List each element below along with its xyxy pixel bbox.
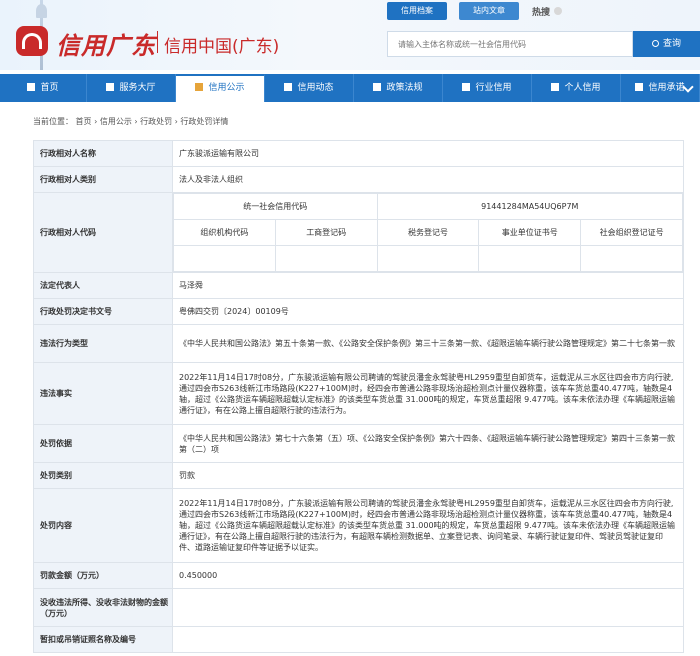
logo-divider bbox=[157, 31, 158, 53]
tower-top-graphic bbox=[36, 4, 47, 18]
code-header: 税务登记号 bbox=[376, 219, 480, 246]
nav-item-label: 信用动态 bbox=[297, 83, 334, 93]
field-label: 暂扣或吊销证照名称及编号 bbox=[33, 626, 173, 653]
field-value: 2022年11月14日17时08分，广东骏派运输有限公司聘请的驾驶员潘金永驾驶粤… bbox=[172, 488, 684, 563]
hot-search-icon[interactable] bbox=[554, 7, 562, 15]
field-label: 违法事实 bbox=[33, 362, 173, 425]
tab-credit-file[interactable]: 信用档案 bbox=[387, 2, 447, 20]
nav-item-credit-disclosure[interactable]: 信用公示 bbox=[176, 74, 265, 102]
nav-item-label: 信用公示 bbox=[208, 83, 245, 93]
nav-item-policies[interactable]: 政策法规 bbox=[354, 74, 443, 102]
code-cell: 统一社会信用代码 91441284MA54UQ6P7M 组织机构代码 工商登记码… bbox=[172, 192, 684, 273]
grid-icon bbox=[106, 83, 115, 91]
nav-item-credit-news[interactable]: 信用动态 bbox=[265, 74, 354, 102]
nav-item-label: 首页 bbox=[40, 83, 59, 93]
table-row: 行政相对人名称 广东骏派运输有限公司 bbox=[33, 140, 684, 167]
field-value bbox=[172, 626, 684, 653]
book-icon bbox=[373, 83, 382, 91]
table-row: 行政相对人类别 法人及非法人组织 bbox=[33, 166, 684, 193]
code-header: 社会组织登记证号 bbox=[580, 219, 683, 246]
code-value bbox=[580, 245, 683, 272]
table-row: 处罚依据 《中华人民共和国公路法》第七十六条第（五）项、《公路安全保护条例》第六… bbox=[33, 424, 684, 463]
nav-item-label: 服务大厅 bbox=[119, 83, 156, 93]
nav-item-label: 个人信用 bbox=[564, 83, 601, 93]
shield-icon bbox=[635, 83, 644, 91]
field-label: 行政相对人类别 bbox=[33, 166, 173, 193]
search-icon bbox=[651, 40, 659, 47]
search-button[interactable]: 查询 bbox=[633, 31, 700, 57]
field-value: 粤佛四交罚〔2024〕00109号 bbox=[172, 298, 684, 325]
home-icon bbox=[27, 83, 36, 91]
table-row: 违法事实 2022年11月14日17时08分，广东骏派运输有限公司聘请的驾驶员潘… bbox=[33, 362, 684, 425]
nav-item-label: 政策法规 bbox=[386, 83, 423, 93]
search-input[interactable] bbox=[388, 32, 632, 56]
code-subtable: 统一社会信用代码 91441284MA54UQ6P7M 组织机构代码 工商登记码… bbox=[173, 193, 684, 272]
nav-item-label: 信用承诺 bbox=[648, 83, 685, 93]
document-icon bbox=[195, 83, 204, 91]
tab-site-articles[interactable]: 站内文章 bbox=[459, 2, 519, 20]
field-label: 行政处罚决定书文号 bbox=[33, 298, 173, 325]
search-box bbox=[387, 31, 633, 57]
table-row: 处罚内容 2022年11月14日17时08分，广东骏派运输有限公司聘请的驾驶员潘… bbox=[33, 488, 684, 563]
nav-item-service-hall[interactable]: 服务大厅 bbox=[87, 74, 176, 102]
field-value: 罚款 bbox=[172, 462, 684, 489]
field-label: 法定代表人 bbox=[33, 272, 173, 299]
code-value bbox=[173, 245, 276, 272]
field-label: 处罚类别 bbox=[33, 462, 173, 489]
code-value bbox=[274, 245, 378, 272]
field-value: 2022年11月14日17时08分，广东骏派运输有限公司聘请的驾驶员潘金永驾驶粤… bbox=[172, 362, 684, 425]
table-row: 违法行为类型 《中华人民共和国公路法》第五十条第一款、《公路安全保护条例》第三十… bbox=[33, 324, 684, 363]
building-icon bbox=[462, 83, 471, 91]
field-value: 《中华人民共和国公路法》第五十条第一款、《公路安全保护条例》第三十三条第一款、《… bbox=[172, 324, 684, 363]
nav-item-industry-credit[interactable]: 行业信用 bbox=[443, 74, 532, 102]
field-value: 马泽舜 bbox=[172, 272, 684, 299]
monitor-icon bbox=[284, 83, 293, 91]
code-value bbox=[376, 245, 480, 272]
field-label: 没收违法所得、没收非法财物的金额（万元） bbox=[33, 588, 173, 627]
site-header: 信用广东 信用中国(广东) 信用档案 站内文章 热搜 查询 bbox=[0, 0, 700, 70]
table-row: 统一社会信用代码 91441284MA54UQ6P7M bbox=[173, 193, 684, 220]
search-tabs: 信用档案 站内文章 bbox=[387, 2, 519, 20]
code-header: 工商登记码 bbox=[274, 219, 378, 246]
table-row: 法定代表人 马泽舜 bbox=[33, 272, 684, 299]
field-label: 行政相对人代码 bbox=[33, 192, 173, 273]
table-row: 罚款金额（万元） 0.450000 bbox=[33, 562, 684, 589]
logo-text[interactable]: 信用广东 bbox=[56, 26, 156, 61]
field-value: 广东骏派运输有限公司 bbox=[172, 140, 684, 167]
table-row: 处罚类别 罚款 bbox=[33, 462, 684, 489]
table-row: 组织机构代码 工商登记码 税务登记号 事业单位证书号 社会组织登记证号 bbox=[173, 219, 683, 246]
site-title[interactable]: 信用中国(广东) bbox=[164, 32, 279, 57]
field-label: 处罚内容 bbox=[33, 488, 173, 563]
code-header: 组织机构代码 bbox=[173, 219, 276, 246]
penalty-detail-table: 行政相对人名称 广东骏派运输有限公司 行政相对人类别 法人及非法人组织 行政相对… bbox=[33, 140, 684, 653]
breadcrumb: 当前位置： 首页 › 信用公示 › 行政处罚 › 行政处罚详情 bbox=[33, 117, 229, 126]
table-row: 行政相对人代码 统一社会信用代码 91441284MA54UQ6P7M 组织机构… bbox=[33, 192, 684, 273]
table-row bbox=[173, 245, 683, 272]
table-row: 没收违法所得、没收非法财物的金额（万元） bbox=[33, 588, 684, 627]
field-value bbox=[172, 588, 684, 627]
table-row: 暂扣或吊销证照名称及编号 bbox=[33, 626, 684, 653]
field-label: 违法行为类型 bbox=[33, 324, 173, 363]
uscc-value: 91441284MA54UQ6P7M bbox=[376, 193, 684, 220]
field-label: 处罚依据 bbox=[33, 424, 173, 463]
uscc-label: 统一社会信用代码 bbox=[173, 193, 378, 220]
nav-item-home[interactable]: 首页 bbox=[0, 74, 87, 102]
person-icon bbox=[551, 83, 560, 91]
nav-item-personal-credit[interactable]: 个人信用 bbox=[532, 74, 621, 102]
table-row: 行政处罚决定书文号 粤佛四交罚〔2024〕00109号 bbox=[33, 298, 684, 325]
field-value: 《中华人民共和国公路法》第七十六条第（五）项、《公路安全保护条例》第六十四条、《… bbox=[172, 424, 684, 463]
hot-search-label: 热搜 bbox=[532, 8, 551, 18]
code-header: 事业单位证书号 bbox=[478, 219, 582, 246]
field-label: 行政相对人名称 bbox=[33, 140, 173, 167]
field-value: 法人及非法人组织 bbox=[172, 166, 684, 193]
code-value bbox=[478, 245, 582, 272]
field-value: 0.450000 bbox=[172, 562, 684, 589]
logo-icon[interactable] bbox=[16, 26, 48, 56]
search-button-label: 查询 bbox=[662, 39, 681, 49]
main-nav: 首页 服务大厅 信用公示 信用动态 政策法规 行业信用 个人信用 信用承诺 bbox=[0, 74, 700, 102]
field-label: 罚款金额（万元） bbox=[33, 562, 173, 589]
nav-item-label: 行业信用 bbox=[475, 83, 512, 93]
